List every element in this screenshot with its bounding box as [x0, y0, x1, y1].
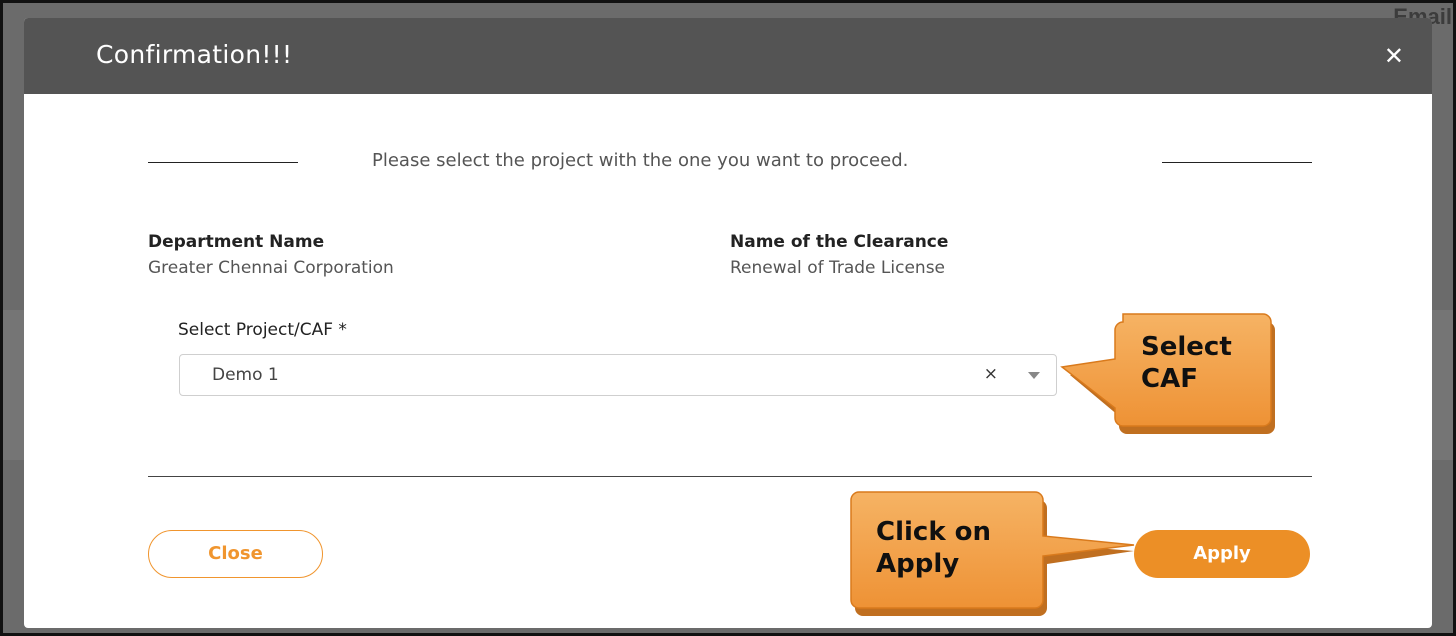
- background-strip: [0, 310, 24, 460]
- callout-apply-line2: Apply: [876, 549, 960, 579]
- clearance-value: Renewal of Trade License: [730, 258, 946, 278]
- confirmation-modal: Confirmation!!! ✕ Please select the proj…: [24, 18, 1432, 628]
- select-value: Demo 1: [212, 365, 279, 385]
- instruction-text: Please select the project with the one y…: [372, 150, 909, 171]
- divider-line-right: [1162, 162, 1312, 163]
- chevron-down-icon[interactable]: [1028, 372, 1040, 379]
- callout-select-caf-line2: CAF: [1141, 364, 1198, 394]
- modal-header: Confirmation!!! ✕: [24, 18, 1432, 94]
- department-value: Greater Chennai Corporation: [148, 258, 394, 278]
- footer-divider: [148, 476, 1312, 477]
- department-label: Department Name: [148, 232, 325, 252]
- close-button[interactable]: Close: [148, 530, 323, 578]
- callout-select-caf-text: Select CAF: [1141, 331, 1232, 395]
- apply-button[interactable]: Apply: [1134, 530, 1310, 578]
- callout-apply-text: Click on Apply: [876, 516, 991, 580]
- close-icon[interactable]: ✕: [1384, 42, 1404, 70]
- instruction-row: Please select the project with the one y…: [148, 150, 1312, 178]
- project-select[interactable]: Demo 1 ×: [179, 354, 1057, 396]
- divider-line-left: [148, 162, 298, 163]
- background-strip: [1432, 310, 1456, 460]
- clearance-label: Name of the Clearance: [730, 232, 949, 252]
- callout-apply-line1: Click on: [876, 517, 992, 547]
- callout-select-caf-line1: Select: [1141, 332, 1232, 362]
- modal-title: Confirmation!!!: [96, 40, 293, 69]
- select-project-label: Select Project/CAF *: [178, 320, 347, 340]
- clear-icon[interactable]: ×: [984, 364, 998, 384]
